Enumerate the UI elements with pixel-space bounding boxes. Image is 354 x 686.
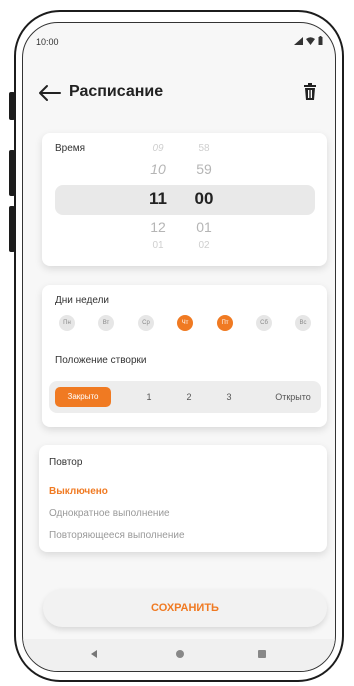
nav-recent-icon[interactable]	[258, 650, 266, 658]
position-3[interactable]: 3	[219, 381, 239, 413]
page-title: Расписание	[69, 83, 164, 100]
minute-selected[interactable]: 00	[184, 189, 224, 209]
repeat-card: Повтор Выключено Однократное выполнение …	[39, 445, 327, 552]
hour-option[interactable]: 10	[138, 161, 178, 177]
day-thu[interactable]: Чт	[177, 315, 193, 331]
status-icons	[294, 36, 323, 45]
status-bar: 10:00	[23, 23, 335, 53]
days-card: Дни недели Пн Вт Ср Чт Пт Сб Вс Положени…	[42, 285, 327, 427]
phone-side-button-top	[9, 92, 15, 120]
day-tue[interactable]: Вт	[98, 315, 114, 331]
repeat-option-off[interactable]: Выключено	[49, 486, 108, 497]
position-open[interactable]: Открыто	[267, 381, 319, 413]
position-2[interactable]: 2	[179, 381, 199, 413]
repeat-label: Повтор	[49, 457, 83, 468]
nav-home-icon[interactable]	[176, 650, 184, 658]
phone-side-button-volume-up	[9, 150, 15, 196]
save-button[interactable]: СОХРАНИТЬ	[43, 589, 327, 627]
nav-back-icon[interactable]	[91, 650, 97, 658]
day-mon[interactable]: Пн	[59, 315, 75, 331]
minute-option[interactable]: 59	[184, 161, 224, 177]
repeat-option-recurring[interactable]: Повторяющееся выполнение	[49, 530, 185, 541]
signal-icon	[294, 36, 303, 45]
hour-option[interactable]: 09	[138, 143, 178, 154]
minute-option[interactable]: 02	[184, 240, 224, 251]
app-screen: 10:00 Расписание Время 09 10 11 12 01 58…	[22, 22, 336, 672]
days-label: Дни недели	[55, 295, 110, 306]
minute-option[interactable]: 01	[184, 219, 224, 235]
day-sat[interactable]: Сб	[256, 315, 272, 331]
minute-option[interactable]: 58	[184, 143, 224, 154]
hour-option[interactable]: 01	[138, 240, 178, 251]
day-sun[interactable]: Вс	[295, 315, 311, 331]
wifi-icon	[306, 36, 315, 45]
app-bar: Расписание	[23, 79, 335, 109]
system-nav-bar	[23, 639, 335, 671]
hour-selected[interactable]: 11	[138, 189, 178, 209]
position-1[interactable]: 1	[139, 381, 159, 413]
status-time: 10:00	[36, 37, 59, 47]
time-card: Время 09 10 11 12 01 58 59 00 01 02	[42, 133, 327, 266]
day-fri[interactable]: Пт	[217, 315, 233, 331]
day-wed[interactable]: Ср	[138, 315, 154, 331]
phone-side-button-volume-down	[9, 206, 15, 252]
time-label: Время	[55, 143, 86, 154]
position-selector: Закрыто 1 2 3 Открыто	[49, 381, 321, 413]
battery-icon	[318, 36, 323, 45]
arrow-left-icon[interactable]	[38, 83, 62, 103]
position-closed[interactable]: Закрыто	[55, 387, 111, 407]
position-label: Положение створки	[55, 355, 147, 366]
trash-icon[interactable]	[303, 83, 317, 101]
hour-option[interactable]: 12	[138, 219, 178, 235]
repeat-option-once[interactable]: Однократное выполнение	[49, 508, 170, 519]
